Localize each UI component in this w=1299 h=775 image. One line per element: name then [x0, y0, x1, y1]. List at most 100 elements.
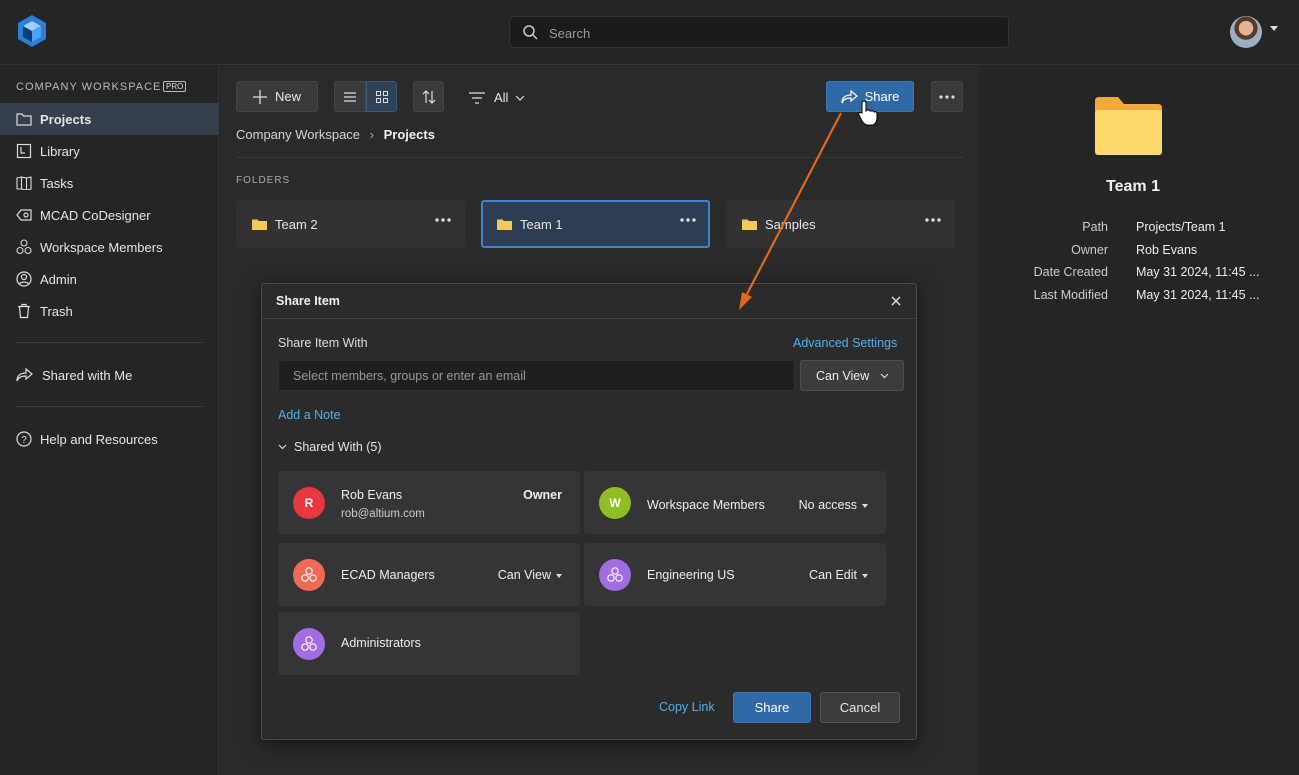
tasks-icon [16, 176, 32, 190]
member-card-ecad-managers: ECAD Managers Can View [278, 543, 580, 606]
breadcrumb-root[interactable]: Company Workspace [236, 127, 360, 142]
close-icon[interactable] [890, 295, 902, 307]
group-icon [301, 636, 317, 651]
sidebar-item-label: Workspace Members [40, 239, 163, 255]
folder-name: Team 2 [275, 216, 318, 232]
chevron-down-icon [880, 373, 889, 378]
pro-badge: PRO [163, 81, 187, 92]
admin-icon [16, 271, 32, 287]
dialog-title: Share Item [276, 294, 340, 308]
sidebar-item-label: Help and Resources [40, 431, 158, 447]
folder-icon [497, 219, 512, 230]
more-horizontal-icon[interactable] [925, 218, 941, 222]
advanced-settings-link[interactable]: Advanced Settings [793, 336, 897, 350]
member-name: Rob Evans [341, 488, 403, 502]
library-icon [16, 143, 32, 159]
search-placeholder: Search [549, 26, 591, 41]
sort-button[interactable] [413, 81, 444, 112]
sidebar-item-mcad-codesigner[interactable]: MCAD CoDesigner [0, 199, 219, 231]
new-button[interactable]: New [236, 81, 318, 112]
sidebar-divider [16, 342, 203, 343]
group-icon [607, 567, 623, 582]
members-icon [16, 239, 32, 255]
user-avatar[interactable] [1230, 16, 1262, 48]
share-item-dialog: Share Item Share Item With Advanced Sett… [261, 283, 917, 740]
sidebar-item-projects[interactable]: Projects [0, 103, 219, 135]
share-button[interactable]: Share [826, 81, 914, 112]
member-card-engineering-us: Engineering US Can Edit [584, 543, 886, 606]
member-role: Owner [523, 488, 562, 502]
filter-dropdown[interactable]: All [469, 90, 525, 105]
chevron-down-icon[interactable] [1270, 26, 1278, 31]
svg-text:?: ? [21, 435, 27, 446]
group-avatar [599, 559, 631, 591]
filter-icon [469, 91, 485, 104]
list-view-button[interactable] [334, 81, 366, 112]
folder-card-team-2[interactable]: Team 2 [236, 200, 465, 248]
sidebar-item-trash[interactable]: Trash [0, 295, 219, 327]
grid-view-button[interactable] [366, 81, 397, 112]
details-key: Owner [1071, 243, 1108, 257]
sidebar-item-tasks[interactable]: Tasks [0, 167, 219, 199]
share-recipients-input[interactable]: Select members, groups or enter an email [278, 360, 795, 391]
more-horizontal-icon[interactable] [680, 218, 696, 222]
details-key: Date Created [1033, 265, 1108, 279]
member-role: Can View [497, 568, 551, 582]
filter-label: All [494, 90, 509, 105]
copy-link[interactable]: Copy Link [659, 700, 715, 714]
chevron-down-icon [278, 444, 287, 450]
altium-logo-icon[interactable] [16, 15, 48, 49]
member-name: Engineering US [647, 568, 735, 582]
plus-icon [252, 89, 267, 104]
details-key: Path [1082, 220, 1108, 234]
member-role-dropdown[interactable]: Can Edit [809, 568, 868, 582]
more-horizontal-icon[interactable] [435, 218, 451, 222]
share-submit-button[interactable]: Share [733, 692, 811, 723]
sidebar-item-shared-with-me[interactable]: Shared with Me [0, 359, 219, 391]
divider [236, 157, 963, 158]
grid-view-icon [375, 90, 388, 103]
share-with-label: Share Item With [278, 336, 368, 350]
trash-icon [18, 303, 30, 319]
folder-large-icon [1095, 97, 1162, 155]
dialog-header: Share Item [262, 284, 916, 319]
member-role-dropdown[interactable]: No access [799, 498, 868, 512]
sidebar-item-admin[interactable]: Admin [0, 263, 219, 295]
folder-card-samples[interactable]: Samples [726, 200, 955, 248]
folder-card-team-1[interactable]: Team 1 [481, 200, 710, 248]
search-bar[interactable]: Search [509, 16, 1009, 48]
folder-icon [742, 219, 757, 230]
member-card-administrators: Administrators [278, 612, 580, 675]
mcad-icon [16, 209, 32, 221]
shared-with-toggle[interactable]: Shared With (5) [278, 440, 382, 454]
search-icon [523, 25, 538, 40]
member-role-dropdown[interactable]: Can View [498, 568, 562, 582]
permission-select[interactable]: Can View [800, 360, 904, 391]
add-note-link[interactable]: Add a Note [278, 408, 341, 422]
sidebar-item-library[interactable]: Library [0, 135, 219, 167]
member-name: ECAD Managers [341, 568, 435, 582]
folder-icon [16, 113, 32, 126]
sidebar-item-help[interactable]: ? Help and Resources [0, 423, 219, 455]
details-title: Team 1 [1106, 178, 1160, 195]
sidebar-item-label: Admin [40, 271, 77, 287]
details-value: Rob Evans [1136, 243, 1198, 257]
share-arrow-icon [841, 89, 858, 103]
folder-name: Team 1 [520, 216, 563, 232]
sidebar-item-label: Tasks [40, 175, 74, 191]
sidebar-item-label: Library [40, 143, 80, 159]
details-row-last-modified: Last Modified May 31 2024, 11:45 ... [980, 288, 1299, 308]
sidebar-item-workspace-members[interactable]: Workspace Members [0, 231, 219, 263]
avatar: W [599, 487, 631, 519]
member-card-workspace-members: W Workspace Members No access [584, 471, 886, 534]
workspace-label: COMPANY WORKSPACE [16, 81, 162, 93]
folders-section-label: FOLDERS [236, 175, 291, 186]
caret-down-icon [862, 503, 868, 508]
permission-select-value: Can View [816, 368, 870, 383]
share-arrow-icon [16, 368, 33, 382]
sidebar-divider [16, 406, 203, 407]
cancel-button[interactable]: Cancel [820, 692, 900, 723]
more-horizontal-icon [939, 94, 955, 99]
avatar: R [293, 487, 325, 519]
more-options-button[interactable] [931, 81, 963, 112]
